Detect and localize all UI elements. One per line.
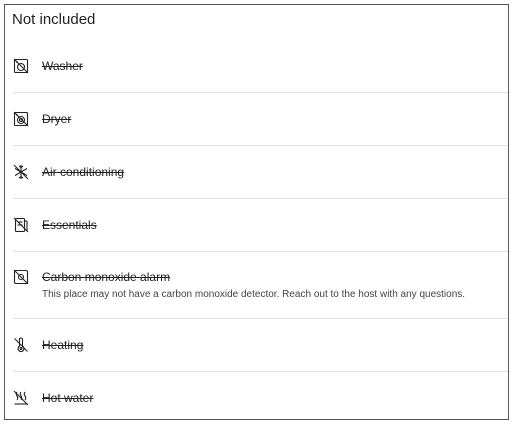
- amenity-label-dryer: Dryer: [42, 112, 72, 126]
- amenity-label-essentials: Essentials: [42, 218, 97, 232]
- amenity-description-carbon-monoxide-alarm: This place may not have a carbon monoxid…: [42, 289, 466, 300]
- divider: [13, 318, 508, 319]
- divider: [13, 92, 508, 93]
- hot-water-off-icon: [13, 390, 29, 406]
- amenity-label-washer: Washer: [42, 59, 83, 73]
- section-title: Not included: [12, 11, 96, 28]
- divider: [13, 251, 508, 252]
- divider: [13, 371, 508, 372]
- amenity-label-air-conditioning: Air conditioning: [42, 165, 125, 179]
- not-included-panel: Not included Washer Dryer Air conditioni…: [4, 4, 509, 420]
- amenity-label-heating: Heating: [42, 338, 84, 352]
- essentials-off-icon: [13, 217, 29, 233]
- thermometer-off-icon: [13, 337, 29, 353]
- snowflake-off-icon: [13, 164, 29, 180]
- amenity-label-hot-water: Hot water: [42, 391, 94, 405]
- amenity-label-carbon-monoxide-alarm: Carbon monoxide alarm: [42, 270, 171, 284]
- dryer-off-icon: [13, 111, 29, 127]
- divider: [13, 198, 508, 199]
- co-alarm-off-icon: [13, 269, 29, 285]
- divider: [13, 145, 508, 146]
- washer-off-icon: [13, 58, 29, 74]
